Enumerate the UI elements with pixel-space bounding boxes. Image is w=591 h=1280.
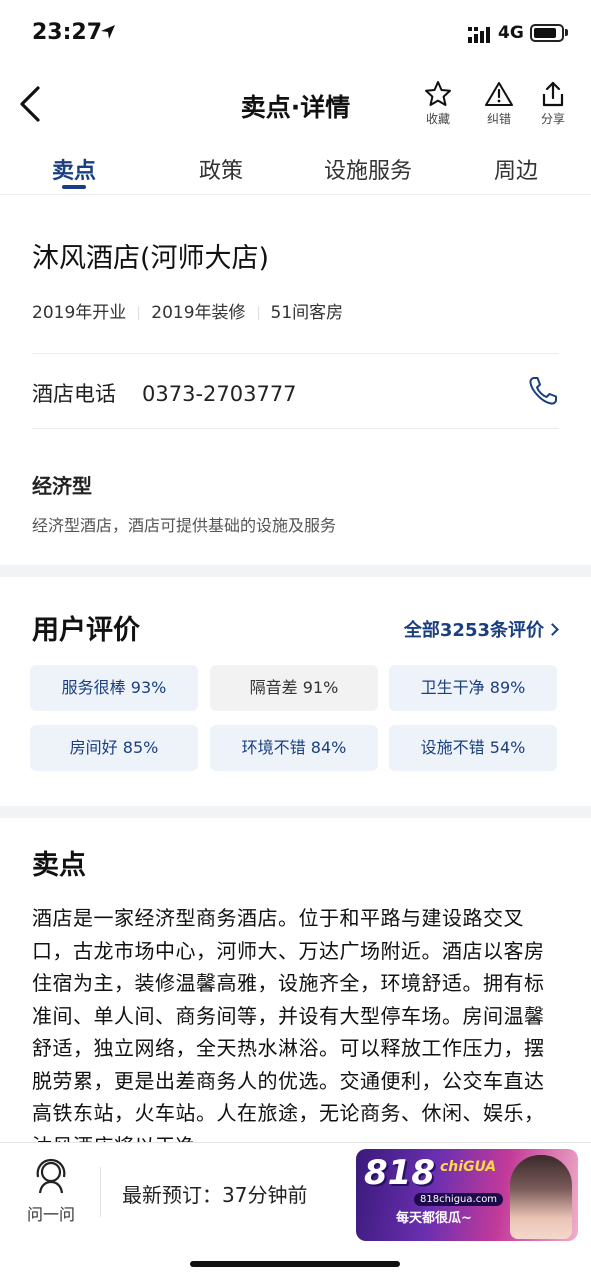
hotel-meta: 2019年开业 2019年装修 51间客房 <box>32 298 343 323</box>
hotel-type-desc: 经济型酒店，酒店可提供基础的设施及服务 <box>32 516 337 535</box>
report-error-button[interactable]: 纠错 <box>473 80 525 127</box>
promo-brand: chiGUA <box>440 1159 497 1175</box>
battery-cap <box>565 29 568 36</box>
phone-row: 酒店电话 0373-2703777 <box>32 378 297 408</box>
tab-bar: 卖点 政策 设施服务 周边 <box>0 145 591 195</box>
battery-icon <box>530 24 564 42</box>
divider <box>32 353 559 354</box>
selling-points-body: 酒店是一家经济型商务酒店。位于和平路与建设路交叉口，古龙市场中心，河师大、万达广… <box>32 906 545 1158</box>
ask-label: 问一问 <box>26 1205 75 1224</box>
chat-person-icon <box>36 1158 66 1194</box>
phone-icon[interactable] <box>526 374 560 408</box>
promo-url: 818chigua.com <box>414 1193 504 1206</box>
reviews-title: 用户评价 <box>32 615 140 646</box>
bottom-bar: 问一问 最新预订：37分钟前 818 chiGUA 818chigua.com … <box>0 1142 591 1280</box>
promo-big-text: 818 <box>364 1153 435 1193</box>
divider <box>32 428 559 429</box>
review-tag[interactable]: 房间好 85% <box>30 725 198 771</box>
signal-icon <box>468 27 490 43</box>
all-reviews-label: 全部3253条评价 <box>403 620 544 641</box>
star-icon <box>425 81 451 106</box>
share-label: 分享 <box>540 112 565 126</box>
home-indicator <box>190 1261 400 1267</box>
hotel-name: 沐风酒店(河师大店) <box>32 243 270 274</box>
hotel-type-title: 经济型 <box>32 474 92 498</box>
review-tag[interactable]: 隔音差 91% <box>210 665 378 711</box>
promo-image <box>510 1155 572 1239</box>
opened-year: 2019年开业 <box>32 303 127 323</box>
section-gap <box>0 806 591 818</box>
promo-slogan: 每天都很瓜~ <box>396 1211 472 1226</box>
favorite-button[interactable]: 收藏 <box>412 80 464 127</box>
latest-booking: 最新预订：37分钟前 <box>122 1183 308 1207</box>
nav-bar: 卖点·详情 收藏 纠错 分享 <box>0 70 591 140</box>
ask-button[interactable]: 问一问 <box>20 1157 82 1225</box>
favorite-label: 收藏 <box>425 112 450 126</box>
phone-number: 0373-2703777 <box>142 382 297 406</box>
network-type: 4G <box>498 23 524 43</box>
location-arrow-icon <box>101 25 115 39</box>
tab-selling-points[interactable]: 卖点 <box>52 153 96 185</box>
status-time: 23:27 <box>32 20 103 45</box>
all-reviews-link[interactable]: 全部3253条评价 <box>403 616 559 642</box>
share-button[interactable]: 分享 <box>527 80 579 127</box>
chevron-right-icon <box>546 623 559 636</box>
status-bar: 23:27 4G <box>0 0 591 70</box>
warning-icon <box>485 82 513 106</box>
review-tag[interactable]: 卫生干净 89% <box>389 665 557 711</box>
bottom-divider <box>100 1167 101 1217</box>
review-tag[interactable]: 服务很棒 93% <box>30 665 198 711</box>
selling-points-title: 卖点 <box>32 850 86 881</box>
report-error-label: 纠错 <box>486 112 511 126</box>
share-icon <box>542 81 564 107</box>
promo-banner[interactable]: 818 chiGUA 818chigua.com 每天都很瓜~ <box>356 1149 578 1241</box>
tab-facilities[interactable]: 设施服务 <box>324 153 412 185</box>
review-tag[interactable]: 环境不错 84% <box>210 725 378 771</box>
phone-label: 酒店电话 <box>32 382 116 406</box>
tab-nearby[interactable]: 周边 <box>494 153 538 185</box>
tab-policy[interactable]: 政策 <box>199 153 243 185</box>
review-tag[interactable]: 设施不错 54% <box>389 725 557 771</box>
room-count: 51间客房 <box>270 303 344 323</box>
active-tab-indicator <box>62 185 86 189</box>
section-gap <box>0 565 591 577</box>
renovated-year: 2019年装修 <box>151 303 246 323</box>
